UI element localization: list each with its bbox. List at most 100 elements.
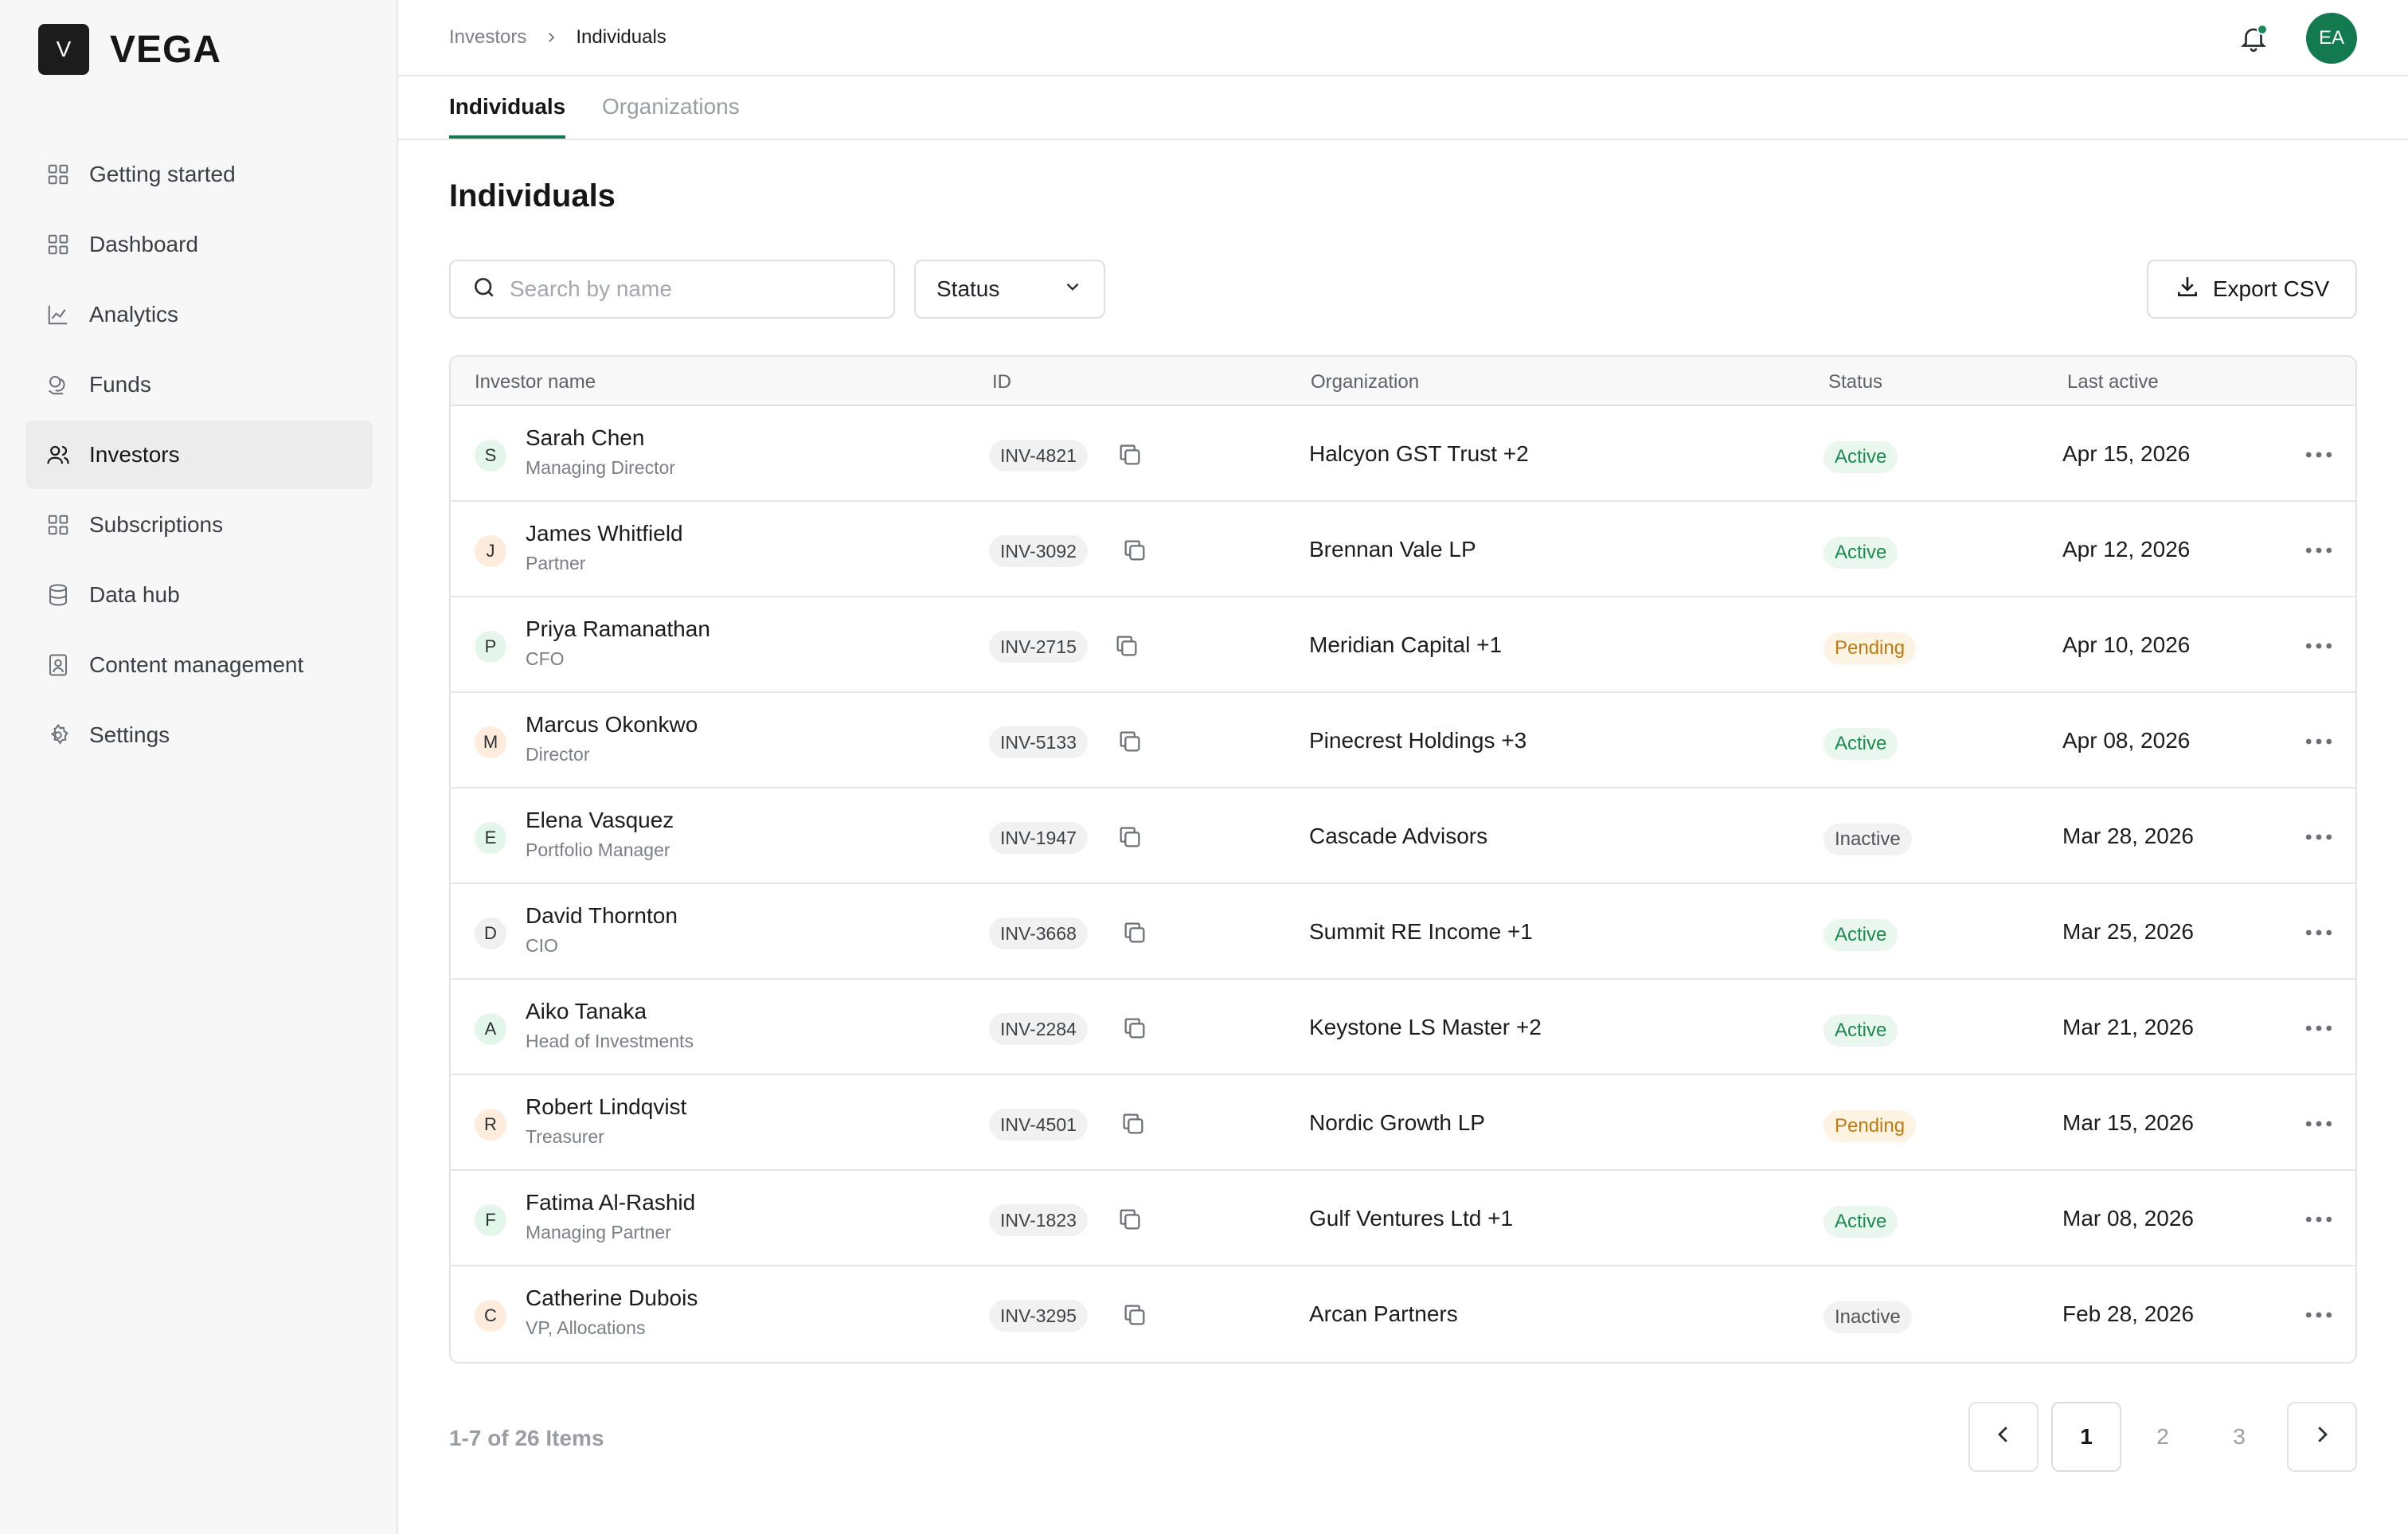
- sidebar-item-analytics[interactable]: Analytics: [25, 280, 373, 349]
- investor-role: Portfolio Manager: [526, 839, 670, 860]
- page-2-button[interactable]: 2: [2128, 1402, 2198, 1472]
- notification-bell-icon[interactable]: [2234, 19, 2273, 57]
- investor-name[interactable]: Fatima Al-Rashid: [526, 1190, 695, 1215]
- table-row[interactable]: M Marcus Okonkwo Director INV-5133 Pinecrest…: [451, 693, 2355, 789]
- database-icon: [45, 581, 72, 609]
- investor-initial-avatar: D: [475, 918, 506, 949]
- page-3-button[interactable]: 3: [2204, 1402, 2274, 1472]
- sidebar-item-data-hub[interactable]: Data hub: [25, 561, 373, 629]
- export-csv-button[interactable]: Export CSV: [2147, 260, 2357, 319]
- status-filter-select[interactable]: Status: [914, 260, 1105, 319]
- sidebar-item-investors[interactable]: Investors: [25, 421, 373, 489]
- next-page-button[interactable]: [2287, 1402, 2357, 1472]
- more-options-icon[interactable]: [2301, 1207, 2336, 1231]
- sidebar-item-settings[interactable]: Settings: [25, 701, 373, 769]
- investor-role: Partner: [526, 553, 586, 573]
- copy-icon[interactable]: [1116, 1206, 1145, 1235]
- investor-initial-avatar: S: [475, 440, 506, 472]
- investor-name[interactable]: David Thornton: [526, 903, 678, 929]
- app-root: V VEGA Getting started Dashboard Analyti…: [0, 0, 2408, 1534]
- investor-id: INV-4821: [989, 440, 1088, 472]
- investor-organization: Halcyon GST Trust +2: [1309, 441, 1529, 466]
- investor-name[interactable]: Elena Vasquez: [526, 808, 674, 833]
- investor-initial-avatar: R: [475, 1109, 506, 1141]
- investor-name[interactable]: Marcus Okonkwo: [526, 712, 698, 738]
- grid-icon: [45, 161, 72, 188]
- investor-name[interactable]: Catherine Dubois: [526, 1286, 698, 1311]
- table-row[interactable]: R Robert Lindqvist Treasurer INV-4501 Nordic…: [451, 1075, 2355, 1171]
- investor-name-block: Sarah Chen Managing Director: [526, 425, 675, 479]
- copy-icon[interactable]: [1116, 441, 1145, 470]
- investor-initial-avatar: P: [475, 631, 506, 663]
- status-badge: Active: [1824, 919, 1898, 951]
- sidebar-item-label: Getting started: [89, 162, 236, 186]
- users-icon: [45, 441, 72, 468]
- copy-icon[interactable]: [1113, 632, 1142, 661]
- more-options-icon[interactable]: [2301, 634, 2336, 658]
- investor-organization: Keystone LS Master +2: [1309, 1015, 1542, 1039]
- brand-logo: V: [38, 24, 89, 75]
- table-row[interactable]: S Sarah Chen Managing Director INV-4821 Halc…: [451, 406, 2355, 502]
- investor-id: INV-1947: [989, 822, 1088, 854]
- table-row[interactable]: C Catherine Dubois VP, Allocations INV-3295…: [451, 1266, 2355, 1362]
- sidebar-item-funds[interactable]: Funds: [25, 350, 373, 419]
- search-box: [449, 260, 895, 319]
- table-row[interactable]: D David Thornton CIO INV-3668 Summit RE Inco…: [451, 884, 2355, 980]
- column-header-last-active[interactable]: Last active: [2067, 371, 2159, 393]
- copy-icon[interactable]: [1116, 824, 1145, 852]
- sidebar-item-subscriptions[interactable]: Subscriptions: [25, 491, 373, 559]
- last-active-date: Apr 12, 2026: [2062, 537, 2191, 562]
- copy-icon[interactable]: [1116, 728, 1145, 757]
- more-options-icon[interactable]: [2301, 1303, 2336, 1327]
- investor-role: Head of Investments: [526, 1031, 694, 1051]
- column-header-status[interactable]: Status: [1828, 371, 1882, 393]
- sidebar-item-label: Settings: [89, 722, 170, 747]
- table-row[interactable]: A Aiko Tanaka Head of Investments INV-2284 K…: [451, 980, 2355, 1075]
- more-options-icon[interactable]: [2301, 1112, 2336, 1136]
- copy-icon[interactable]: [1121, 1301, 1150, 1330]
- tab-organizations[interactable]: Organizations: [602, 94, 740, 135]
- sidebar-item-dashboard[interactable]: Dashboard: [25, 210, 373, 279]
- copy-icon[interactable]: [1121, 919, 1150, 948]
- column-header-id[interactable]: ID: [992, 371, 1011, 393]
- status-badge: Inactive: [1824, 824, 1912, 855]
- investor-name-block: Catherine Dubois VP, Allocations: [526, 1286, 698, 1339]
- investor-name[interactable]: Priya Ramanathan: [526, 616, 710, 642]
- search-input[interactable]: [510, 276, 876, 302]
- sidebar-item-getting-started[interactable]: Getting started: [25, 140, 373, 209]
- investor-name[interactable]: Sarah Chen: [526, 425, 675, 451]
- table-row[interactable]: J James Whitfield Partner INV-3092 Brennan V…: [451, 502, 2355, 597]
- column-header-organization[interactable]: Organization: [1311, 371, 1419, 393]
- table-row[interactable]: E Elena Vasquez Portfolio Manager INV-1947 C…: [451, 789, 2355, 884]
- tab-individuals[interactable]: Individuals: [449, 94, 566, 139]
- copy-icon[interactable]: [1121, 537, 1150, 565]
- column-header-investor-name[interactable]: Investor name: [475, 371, 596, 393]
- page-1-button[interactable]: 1: [2051, 1402, 2121, 1472]
- breadcrumb-parent[interactable]: Investors: [449, 26, 526, 49]
- avatar[interactable]: EA: [2306, 13, 2357, 64]
- more-options-icon[interactable]: [2301, 443, 2336, 467]
- table-row[interactable]: F Fatima Al-Rashid Managing Partner INV-182…: [451, 1171, 2355, 1266]
- more-options-icon[interactable]: [2301, 921, 2336, 945]
- status-badge: Pending: [1824, 632, 1917, 664]
- copy-icon[interactable]: [1121, 1015, 1150, 1043]
- last-active-date: Mar 21, 2026: [2062, 1015, 2194, 1039]
- sidebar-item-content-management[interactable]: Content management: [25, 631, 373, 699]
- table-row[interactable]: P Priya Ramanathan CFO INV-2715 Meridian Cap…: [451, 597, 2355, 693]
- previous-page-button[interactable]: [1968, 1402, 2039, 1472]
- sidebar-item-label: Dashboard: [89, 232, 198, 256]
- more-options-icon[interactable]: [2301, 825, 2336, 849]
- status-badge: Active: [1824, 537, 1898, 569]
- investor-name[interactable]: Robert Lindqvist: [526, 1094, 686, 1120]
- more-options-icon[interactable]: [2301, 538, 2336, 562]
- gear-icon: [45, 722, 72, 749]
- brand[interactable]: V VEGA: [38, 24, 221, 75]
- investor-name-block: Aiko Tanaka Head of Investments: [526, 999, 694, 1052]
- investor-id: INV-3295: [989, 1300, 1088, 1332]
- more-options-icon[interactable]: [2301, 730, 2336, 753]
- more-options-icon[interactable]: [2301, 1016, 2336, 1040]
- investor-name[interactable]: James Whitfield: [526, 521, 683, 546]
- investor-name[interactable]: Aiko Tanaka: [526, 999, 694, 1024]
- copy-icon[interactable]: [1120, 1110, 1148, 1139]
- investor-organization: Meridian Capital +1: [1309, 632, 1503, 657]
